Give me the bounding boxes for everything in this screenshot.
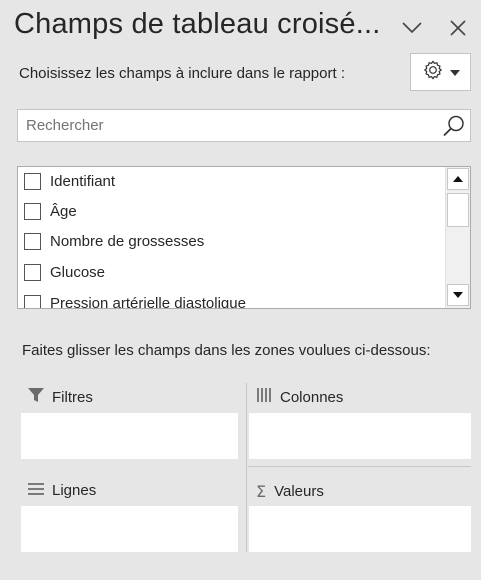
values-zone-header: Σ Valeurs: [256, 482, 324, 501]
field-label: Glucose: [50, 263, 106, 281]
field-item-nombre-de-grossesses[interactable]: Nombre de grossesses: [24, 230, 204, 252]
scroll-down-icon[interactable]: [447, 284, 469, 306]
sigma-icon: Σ: [256, 482, 267, 501]
field-label: Pression artérielle diastolique: [50, 294, 246, 309]
tools-button[interactable]: [410, 53, 471, 91]
zone-divider: [246, 383, 247, 552]
filters-zone-header: Filtres: [28, 388, 93, 406]
field-item-age[interactable]: Âge: [24, 200, 77, 222]
field-checkbox[interactable]: [24, 232, 41, 250]
field-label: Identifiant: [50, 172, 116, 190]
values-zone-label: Valeurs: [274, 483, 324, 500]
search-box: [17, 109, 471, 142]
close-icon[interactable]: [444, 14, 472, 42]
scroll-thumb[interactable]: [447, 193, 469, 227]
field-label: Nombre de grossesses: [50, 232, 205, 250]
field-list-scrollbar[interactable]: [445, 167, 470, 308]
field-label: Âge: [50, 202, 77, 220]
field-item-identifiant[interactable]: Identifiant: [24, 170, 115, 192]
rows-drop-zone[interactable]: [21, 506, 238, 552]
zone-divider: [248, 466, 471, 467]
filters-zone-label: Filtres: [52, 388, 93, 406]
field-item-pression-arterielle-diastolique[interactable]: Pression artérielle diastolique: [24, 292, 246, 309]
values-drop-zone[interactable]: [249, 506, 471, 552]
pane-title: Champs de tableau croisé...: [14, 8, 381, 40]
choose-fields-prompt: Choisissez les champs à inclure dans le …: [19, 65, 345, 82]
field-checkbox[interactable]: [24, 202, 41, 220]
scroll-up-icon[interactable]: [447, 168, 469, 190]
filter-icon: [28, 388, 44, 406]
caret-down-icon: [449, 63, 460, 81]
rows-zone-label: Lignes: [52, 482, 97, 499]
filters-drop-zone[interactable]: [21, 413, 238, 459]
search-input[interactable]: [18, 110, 438, 141]
columns-zone-header: Colonnes: [256, 388, 343, 406]
rows-zone-header: Lignes: [28, 482, 96, 499]
field-list: Identifiant Âge Nombre de grossesses Glu…: [17, 166, 471, 309]
rows-icon: [28, 482, 44, 499]
field-checkbox[interactable]: [24, 294, 41, 308]
field-checkbox[interactable]: [24, 172, 41, 190]
gear-icon: [422, 59, 444, 86]
columns-icon: [256, 388, 272, 406]
columns-zone-label: Colonnes: [280, 388, 344, 406]
field-item-glucose[interactable]: Glucose: [24, 261, 105, 283]
field-checkbox[interactable]: [24, 263, 41, 281]
columns-drop-zone[interactable]: [249, 413, 471, 459]
drag-instruction: Faites glisser les champs dans les zones…: [22, 342, 431, 359]
search-icon[interactable]: [442, 114, 466, 138]
chevron-down-icon[interactable]: [398, 14, 426, 42]
